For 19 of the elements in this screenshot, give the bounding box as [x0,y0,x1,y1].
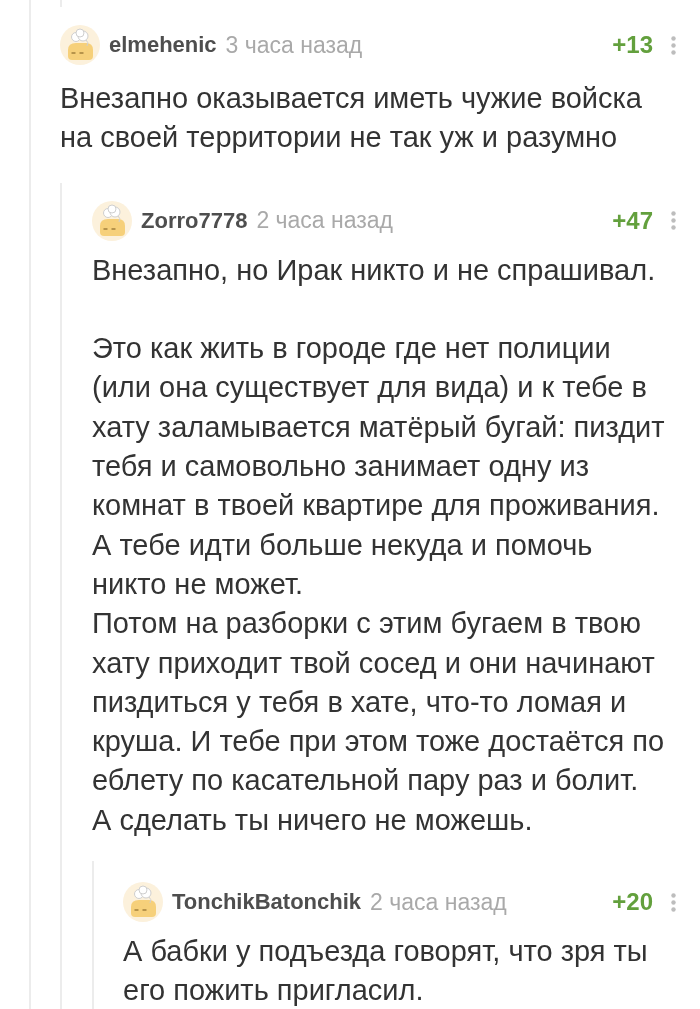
username[interactable]: TonchikBatonchik [172,889,362,916]
comment-text: А бабки у подъезда говорят, что зря ты его пожить пригласил. [123,934,649,1009]
comment-text: Это как жить в городе где нет полиции (или она существует для вида) и к тебе в хату заламывается матёрый бугай: пиздит тебя и самовольно занимает одну из комнат в твоей квартире для проживания. А тебе идти больше некуда и помочь никто не может. Потом на разборки с этим бугаем в твою хату приходит твой сосед и они начинают пиздиться у тебя в хате, что-то ломая и круша. И тебе при этом тоже достаётся по еблету по касательной пару раз и болит. А сделать ты ничего не можешь. [92,331,666,838]
more-icon[interactable] [671,892,676,912]
username[interactable]: elmehenic [109,32,217,58]
avatar-icon[interactable] [92,200,132,241]
avatar-icon[interactable] [60,25,100,65]
rating: +13 [612,31,653,59]
avatar-icon[interactable] [123,882,163,923]
timestamp: 3 часа назад [225,31,363,59]
more-icon[interactable] [671,211,676,231]
comment-text: Внезапно оказывается иметь чужие войска на своей территории не так уж и разумно [60,81,643,156]
username[interactable]: Zorro7778 [141,207,248,234]
more-icon[interactable] [671,35,676,55]
comment-text: Внезапно, но Ирак никто и не спрашивал. [92,252,657,288]
rating: +47 [612,206,653,235]
rating: +20 [612,888,653,917]
timestamp: 2 часа назад [256,207,394,235]
timestamp: 2 часа назад [370,888,507,916]
